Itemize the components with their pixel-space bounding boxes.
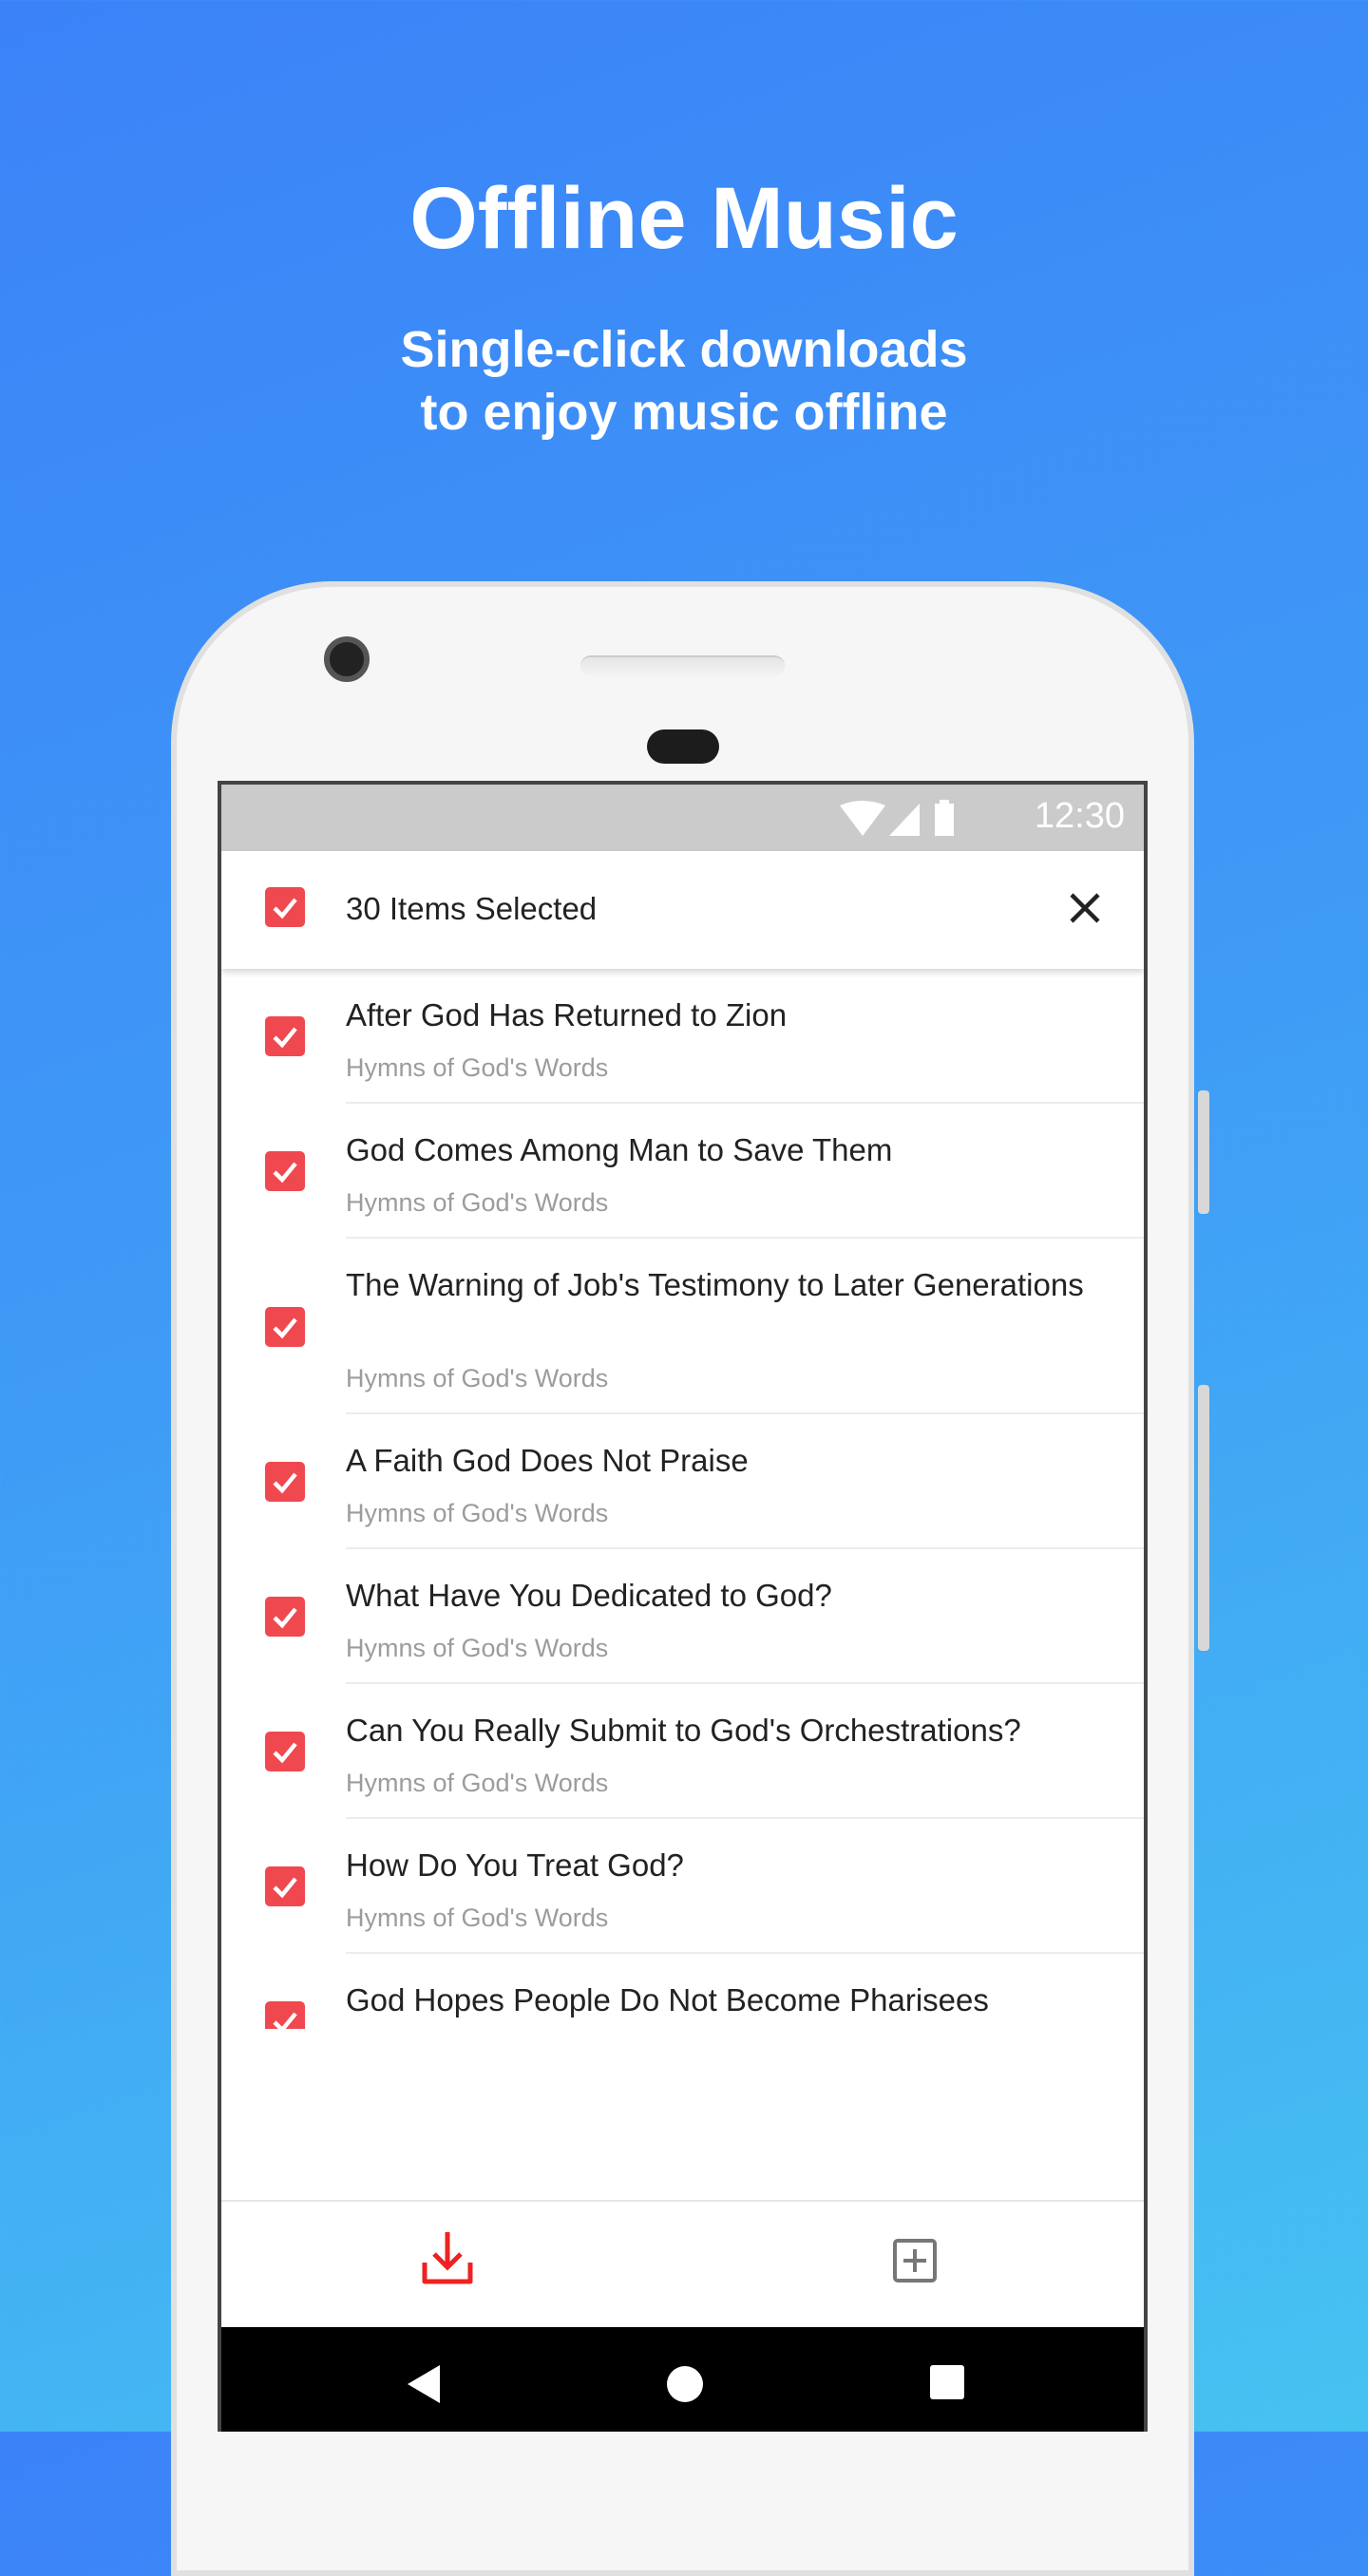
song-album: Hymns of God's Words [346, 1634, 609, 1662]
song-checkbox[interactable] [265, 1462, 305, 1502]
camera-icon [324, 636, 370, 682]
recents-button[interactable] [930, 2365, 964, 2404]
status-time: 12:30 [1034, 796, 1125, 836]
promo-subtitle-line: to enjoy music offline [420, 384, 948, 441]
speaker-grille [580, 655, 785, 676]
song-title: God Hopes People Do Not Become Pharisees [346, 1982, 989, 2017]
home-button[interactable] [666, 2365, 704, 2408]
song-row[interactable]: God Hopes People Do Not Become Pharisees… [221, 1954, 1144, 2029]
song-album: Hymns of God's Words [346, 1499, 609, 1527]
selection-count: 30 Items Selected [346, 891, 598, 926]
song-title: How Do You Treat God? [346, 1847, 684, 1883]
wifi-signal-battery-icons [840, 800, 954, 836]
power-button [1198, 1385, 1209, 1651]
song-checkbox[interactable] [265, 1151, 305, 1191]
song-title: God Comes Among Man to Save Them [346, 1132, 893, 1167]
phone-screen: 12:30 30 Items Selected After God Has Re… [218, 781, 1148, 2432]
song-checkbox[interactable] [265, 1597, 305, 1637]
volume-button [1198, 1090, 1209, 1214]
song-row[interactable]: The Warning of Job's Testimony to Later … [221, 1239, 1144, 1414]
selection-bar: 30 Items Selected [221, 851, 1144, 969]
song-row[interactable]: God Comes Among Man to Save Them Hymns o… [221, 1104, 1144, 1239]
close-icon[interactable] [1064, 887, 1106, 929]
song-checkbox[interactable] [265, 1866, 305, 1906]
status-bar: 12:30 [221, 785, 1144, 851]
song-checkbox[interactable] [265, 1306, 305, 1347]
song-checkbox[interactable] [265, 1732, 305, 1771]
select-all-checkbox[interactable] [265, 887, 305, 927]
add-to-playlist-icon[interactable] [892, 2238, 938, 2283]
download-icon[interactable] [421, 2230, 474, 2287]
promo-subtitle-line: Single-click downloads [400, 321, 968, 378]
sensor [647, 729, 719, 764]
back-button[interactable] [408, 2365, 442, 2408]
promo-title: Offline Music [409, 170, 959, 267]
song-row[interactable]: How Do You Treat God? Hymns of God's Wor… [221, 1819, 1144, 1954]
song-title: The Warning of Job's Testimony to Later … [346, 1267, 1084, 1302]
song-album: Hymns of God's Words [346, 1364, 609, 1392]
song-album: Hymns of God's Words [346, 1188, 609, 1217]
song-checkbox[interactable] [265, 2001, 305, 2029]
song-album: Hymns of God's Words [346, 1053, 609, 1082]
navigation-bar [221, 2327, 1144, 2432]
song-title: A Faith God Does Not Praise [346, 1443, 749, 1478]
song-row[interactable]: A Faith God Does Not Praise Hymns of God… [221, 1414, 1144, 1549]
song-title: After God Has Returned to Zion [346, 997, 788, 1032]
song-row[interactable]: Can You Really Submit to God's Orchestra… [221, 1684, 1144, 1819]
song-checkbox[interactable] [265, 1016, 305, 1056]
promo-subtitle: Single-click downloads to enjoy music of… [0, 318, 1368, 444]
song-row[interactable]: What Have You Dedicated to God? Hymns of… [221, 1549, 1144, 1684]
song-album: Hymns of God's Words [346, 1769, 609, 1797]
song-list[interactable]: After God Has Returned to Zion Hymns of … [221, 969, 1144, 2029]
song-title: What Have You Dedicated to God? [346, 1578, 832, 1613]
action-bar [221, 2200, 1144, 2327]
song-album: Hymns of God's Words [346, 1904, 609, 1932]
song-title: Can You Really Submit to God's Orchestra… [346, 1713, 1021, 1748]
song-row[interactable]: After God Has Returned to Zion Hymns of … [221, 969, 1144, 1104]
